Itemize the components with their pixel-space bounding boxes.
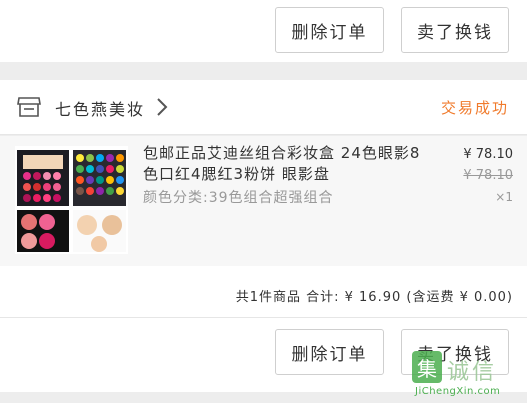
shop-header[interactable]: 七色燕美妆 交易成功	[0, 80, 527, 135]
product-spec: 颜色分类:39色组合超强组合	[143, 190, 334, 206]
price-column: ¥ 78.10 ¥ 78.10 ×1	[463, 147, 513, 204]
order-status: 交易成功	[440, 99, 509, 117]
product-item[interactable]: 包邮正品艾迪丝组合彩妆盒 24色眼影8色口红4腮红3粉饼 眼影盘 颜色分类:39…	[0, 136, 527, 266]
product-price: ¥ 78.10	[463, 147, 513, 162]
sell-for-cash-button[interactable]: 卖了换钱	[401, 7, 509, 53]
original-price: ¥ 78.10	[463, 168, 513, 183]
chevron-right-icon[interactable]	[155, 97, 169, 117]
product-title[interactable]: 包邮正品艾迪丝组合彩妆盒 24色眼影8色口红4腮红3粉饼 眼影盘	[143, 143, 423, 185]
delete-order-button[interactable]: 删除订单	[275, 7, 384, 53]
watermark-logo: 集 诚信 JiChengXin.com	[407, 348, 525, 403]
watermark-title: 诚信	[447, 360, 498, 385]
watermark-url: JiChengXin.com	[415, 386, 501, 397]
top-actions-bar: 删除订单 卖了换钱	[0, 0, 527, 62]
order-summary: 共1件商品 合计: ¥ 16.90 (含运费 ¥ 0.00)	[0, 266, 527, 318]
order-total-text: 共1件商品 合计: ¥ 16.90 (含运费 ¥ 0.00)	[235, 290, 513, 305]
delete-order-button[interactable]: 删除订单	[275, 329, 384, 375]
product-thumbnail[interactable]	[15, 146, 128, 254]
shop-name[interactable]: 七色燕美妆	[55, 96, 145, 120]
store-icon	[17, 97, 41, 117]
product-quantity: ×1	[495, 190, 513, 204]
watermark-glyph: 集	[412, 351, 442, 383]
